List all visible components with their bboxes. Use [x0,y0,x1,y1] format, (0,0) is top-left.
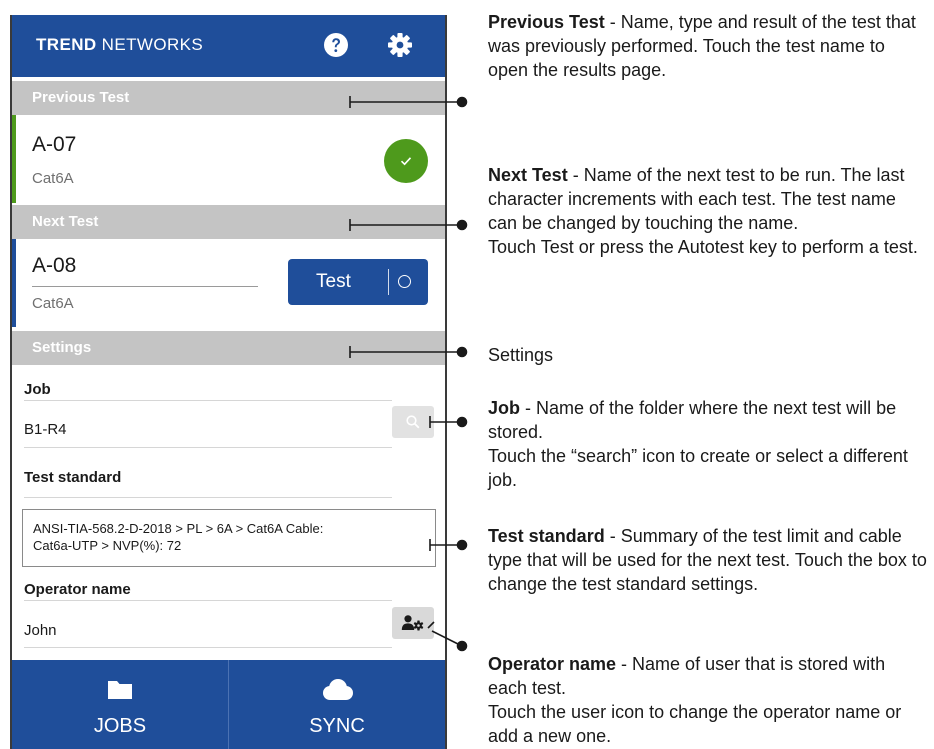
test-standard-description: Test standard - Summary of the test limi… [488,526,927,594]
operator-name-description: Operator name - Name of user that is sto… [488,654,902,746]
next-test-description: Next Test - Name of the next test to be … [488,165,918,257]
callout-leader-lines [349,96,468,652]
previous-test-description: Previous Test - Name, type and result of… [488,12,916,80]
settings-description: Settings [488,345,554,365]
operator-leader [431,630,461,646]
job-description: Job - Name of the folder where the next … [488,398,908,490]
